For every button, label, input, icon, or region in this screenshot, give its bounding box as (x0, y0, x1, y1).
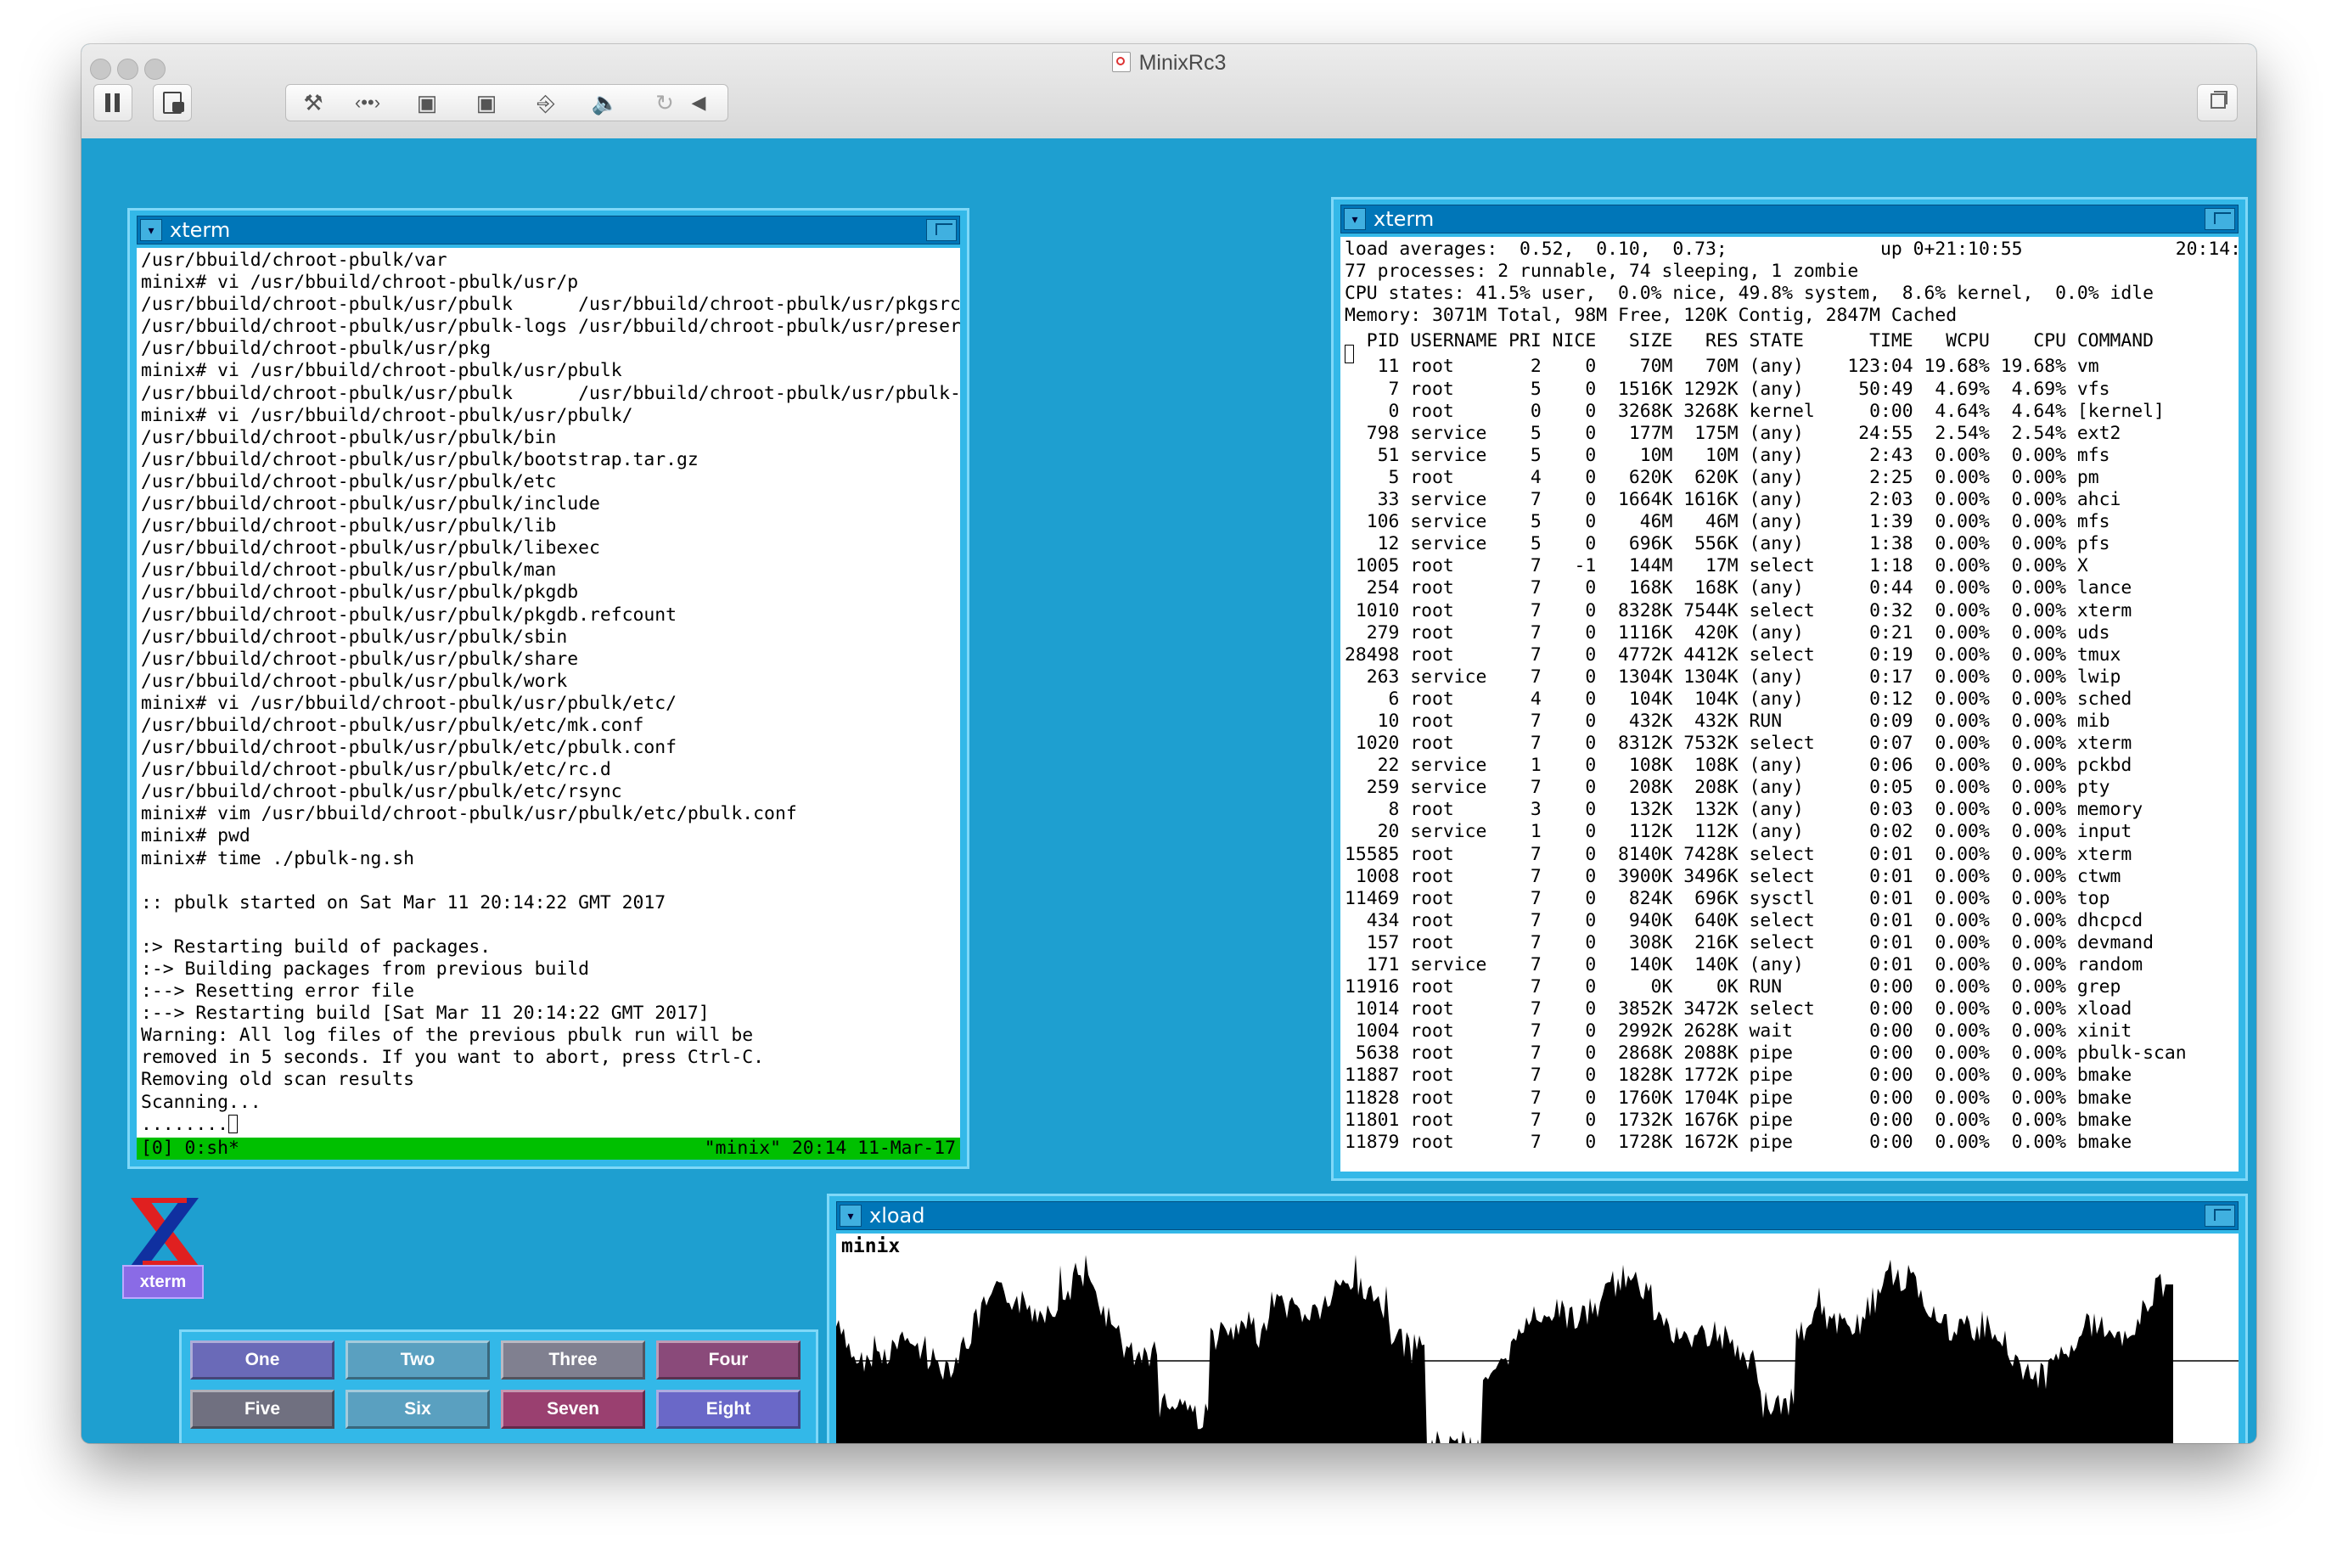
tmux-window-list: [0] 0:sh* (141, 1138, 239, 1159)
xload-titlebar[interactable]: ▾ xload (836, 1201, 2239, 1230)
desktop-icon-label[interactable]: xterm (122, 1265, 204, 1299)
xload-graph-area: minix (836, 1234, 2239, 1443)
workspace-six[interactable]: Six (345, 1390, 490, 1429)
workspace-five[interactable]: Five (190, 1390, 334, 1429)
window-menu-icon[interactable]: ▾ (140, 219, 162, 241)
window-restore-icon-back (2214, 91, 2227, 104)
xterm-right-title: xterm (1374, 207, 1435, 231)
printer-icon[interactable]: ⎆ (519, 88, 573, 117)
xterm-left-titlebar[interactable]: ▾ xterm (137, 216, 960, 244)
resize-icon[interactable] (926, 219, 957, 241)
vm-window: MinixRc3 ⚒ ‹••› ▣ ▣ ⎆ 🔈 ↻ ◀ ▾ xterm /usr… (81, 44, 2256, 1443)
workspace-four[interactable]: Four (656, 1340, 801, 1380)
disk-icon[interactable]: ▣ (400, 88, 454, 117)
tmux-status-bar: [0] 0:sh* "minix" 20:14 11-Mar-17 (137, 1138, 960, 1160)
resize-icon[interactable] (2205, 1205, 2235, 1227)
xterm-left-terminal[interactable]: /usr/bbuild/chroot-pbulk/var minix# vi /… (137, 248, 960, 1160)
xload-title: xload (869, 1204, 925, 1228)
speaker-icon[interactable]: 🔈 (578, 88, 632, 117)
xterm-right-titlebar[interactable]: ▾ xterm (1340, 205, 2239, 233)
xterm-right-terminal[interactable]: load averages: 0.52, 0.10, 0.73; up 0+21… (1340, 237, 2239, 1172)
vm-titlebar: MinixRc3 ⚒ ‹••› ▣ ▣ ⎆ 🔈 ↻ ◀ (81, 44, 2256, 139)
workspace-one[interactable]: One (190, 1340, 334, 1380)
window-menu-icon[interactable]: ▾ (1344, 208, 1366, 230)
pause-icon (105, 93, 110, 112)
top-process-list: 11 root 2 0 70M 70M (any) 123:04 19.68% … (1345, 356, 2187, 1153)
chevron-left-icon[interactable]: ◀ (682, 88, 716, 117)
workspace-three[interactable]: Three (501, 1340, 645, 1380)
workspace-seven[interactable]: Seven (501, 1390, 645, 1429)
disk-icon[interactable]: ▣ (459, 88, 514, 117)
window-title-text: MinixRc3 (1138, 51, 1227, 75)
xterm-window-right[interactable]: ▾ xterm load averages: 0.52, 0.10, 0.73;… (1331, 197, 2248, 1181)
window-title: MinixRc3 (81, 51, 2256, 76)
terminal-output: /usr/bbuild/chroot-pbulk/var minix# vi /… (141, 250, 960, 1135)
terminal-cursor (1345, 345, 1354, 363)
pause-button[interactable] (93, 84, 132, 121)
terminal-cursor (228, 1114, 239, 1133)
settings-wrench-icon[interactable]: ⚒ (286, 88, 340, 117)
workspace-manager: One Two Three Four Five Six Seven Eight (179, 1329, 818, 1443)
vm-document-icon (1111, 52, 1131, 72)
xterm-window-left[interactable]: ▾ xterm /usr/bbuild/chroot-pbulk/var min… (127, 208, 969, 1169)
snapshot-button[interactable] (153, 84, 192, 121)
top-cursor-line (1340, 342, 1358, 368)
top-summary: load averages: 0.52, 0.10, 0.73; up 0+21… (1345, 239, 2239, 327)
workspace-eight[interactable]: Eight (656, 1390, 801, 1429)
xterm-left-title: xterm (170, 218, 231, 242)
workspace-two[interactable]: Two (345, 1340, 490, 1380)
snapshot-icon-badge (172, 102, 184, 112)
device-toolbar: ⚒ ‹••› ▣ ▣ ⎆ 🔈 ↻ ◀ (285, 84, 728, 121)
top-column-header: PID USERNAME PRI NICE SIZE RES STATE TIM… (1345, 330, 2154, 352)
pause-icon-bar (115, 93, 120, 112)
tmux-host-clock: "minix" 20:14 11-Mar-17 (704, 1138, 956, 1159)
xload-window[interactable]: ▾ xload minix (827, 1194, 2248, 1443)
load-graph (836, 1255, 2239, 1443)
network-icon[interactable]: ‹••› (340, 88, 395, 117)
window-restore-button[interactable] (2197, 84, 2238, 121)
x-desktop: ▾ xterm /usr/bbuild/chroot-pbulk/var min… (81, 138, 2256, 1443)
window-menu-icon[interactable]: ▾ (840, 1205, 862, 1227)
resize-icon[interactable] (2205, 208, 2235, 230)
load-area (836, 1255, 2173, 1443)
